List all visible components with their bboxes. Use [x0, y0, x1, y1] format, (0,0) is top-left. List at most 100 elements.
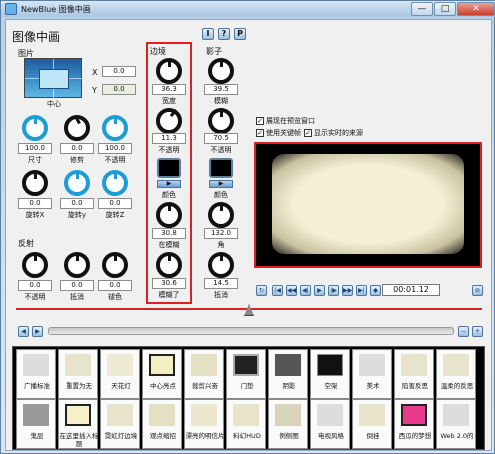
reflection-offset-value[interactable]: 0.0 — [60, 280, 94, 291]
zoom-in-button[interactable]: + — [472, 326, 483, 337]
loop-button[interactable]: ↻ — [256, 285, 267, 296]
opacity-knob[interactable] — [102, 115, 128, 141]
shadow-color-swatch[interactable] — [209, 158, 233, 178]
settings-button[interactable]: ⊘ — [472, 285, 483, 296]
go-end-button[interactable]: ▶| — [356, 285, 367, 296]
y-label: Y — [92, 86, 97, 95]
zoom-out-button[interactable]: − — [458, 326, 469, 337]
shadow-section-title: 影子 — [206, 47, 222, 56]
preset-item[interactable]: 例侧图 — [268, 399, 308, 449]
shadow-angle-knob[interactable] — [208, 202, 234, 228]
preset-item[interactable]: 温柔的反思 — [436, 349, 476, 399]
shadow-opacity-knob[interactable] — [208, 108, 234, 134]
reflection-offset-knob[interactable] — [64, 252, 90, 278]
border-blur-value[interactable]: 30.6 — [152, 278, 186, 289]
reflection-fade-knob[interactable] — [102, 252, 128, 278]
border-opacity-label: 不透明 — [158, 146, 180, 154]
shadow-color-dropdown[interactable]: ▶ — [209, 180, 233, 188]
rotate-y-value[interactable]: 0.0 — [60, 198, 94, 209]
preset-item[interactable]: Web 2.0的 — [436, 399, 476, 449]
preset-item[interactable]: 中心亮点 — [142, 349, 182, 399]
preset-item[interactable]: 阴影 — [268, 349, 308, 399]
border-width-value[interactable]: 36.3 — [152, 84, 186, 95]
maximize-button[interactable]: □ — [434, 2, 456, 16]
rotate-z-knob[interactable] — [102, 170, 128, 196]
reflection-section-title: 反射 — [18, 239, 34, 248]
preset-item[interactable]: 在这里插入标题 — [58, 399, 99, 449]
step-back-button[interactable]: ◀| — [300, 285, 311, 296]
preset-item[interactable]: 门垫 — [226, 349, 266, 399]
crop-knob[interactable] — [64, 115, 90, 141]
border-inner-blur-label: 在模糊 — [158, 241, 180, 249]
preset-button[interactable]: P — [234, 28, 246, 40]
preset-item[interactable]: 重置为无 — [58, 349, 98, 399]
border-inner-blur-value[interactable]: 30.8 — [152, 228, 186, 239]
reflection-opacity-value[interactable]: 0.0 — [18, 280, 52, 291]
next-keyframe-button[interactable]: ▶▶ — [342, 285, 353, 296]
preset-scrollbar[interactable] — [48, 327, 454, 335]
preset-item[interactable]: 裁剪兴奋 — [184, 349, 224, 399]
rotate-y-knob[interactable] — [64, 170, 90, 196]
go-start-button[interactable]: |◀ — [272, 285, 283, 296]
help-button[interactable]: ? — [218, 28, 230, 40]
crop-value[interactable]: 0.0 — [60, 143, 94, 154]
reflection-opacity-knob[interactable] — [22, 252, 48, 278]
shadow-blur-value[interactable]: 39.5 — [204, 84, 238, 95]
rotate-z-value[interactable]: 0.0 — [98, 198, 132, 209]
border-blur-knob[interactable] — [156, 252, 182, 278]
preset-item[interactable]: 霓虹灯边境 — [100, 399, 140, 449]
preview-image — [272, 154, 464, 254]
show-in-preview-checkbox[interactable]: ✓ 展现在预览窗口 — [256, 116, 315, 126]
border-color-dropdown[interactable]: ▶ — [157, 180, 181, 188]
shadow-offset-value[interactable]: 14.5 — [204, 278, 238, 289]
border-width-knob[interactable] — [156, 58, 182, 84]
rotate-x-knob[interactable] — [22, 170, 48, 196]
close-button[interactable]: ✕ — [457, 2, 495, 16]
opacity-value[interactable]: 100.0 — [98, 143, 132, 154]
shadow-offset-knob[interactable] — [208, 252, 234, 278]
preset-item[interactable]: 陷害反思 — [394, 349, 434, 399]
border-color-label: 颜色 — [162, 191, 176, 199]
center-position-picker[interactable] — [24, 58, 83, 99]
minimize-button[interactable]: — — [411, 2, 433, 16]
preset-item[interactable]: 空架 — [310, 349, 350, 399]
step-forward-button[interactable]: |▶ — [328, 285, 339, 296]
reflection-fade-label: 褪色 — [108, 293, 122, 301]
preset-item[interactable]: 倒挂 — [352, 399, 392, 449]
border-color-swatch[interactable] — [157, 158, 181, 178]
preset-item[interactable]: 天花灯 — [100, 349, 140, 399]
preset-item[interactable]: 西瓜的梦想 — [394, 399, 434, 449]
preset-item[interactable]: 料幻HUD — [226, 399, 266, 449]
show-live-source-checkbox[interactable]: ✓ 显示实时的来源 — [304, 128, 363, 138]
main-panel: 图像中画 I ? P 图片 中心 X 0.0 Y 0.0 100.0 尺寸 0.… — [5, 19, 492, 451]
size-value[interactable]: 100.0 — [18, 143, 52, 154]
rotate-z-label: 旋转Z — [105, 211, 125, 219]
shadow-angle-value[interactable]: 132.0 — [204, 228, 238, 239]
size-knob[interactable] — [22, 115, 48, 141]
use-keyframes-checkbox[interactable]: ✓ 使用关键帧 — [256, 128, 301, 138]
y-value-field[interactable]: 0.0 — [102, 84, 136, 95]
preview-window — [254, 142, 482, 268]
preset-item[interactable]: 鬼层 — [16, 399, 56, 449]
rotate-x-value[interactable]: 0.0 — [18, 198, 52, 209]
scroll-left-button[interactable]: ◀ — [18, 326, 29, 337]
x-value-field[interactable]: 0.0 — [102, 66, 136, 77]
prev-keyframe-button[interactable]: ◀◀ — [286, 285, 297, 296]
preset-item[interactable]: 电视风格 — [310, 399, 350, 449]
preset-item[interactable]: 广播标准 — [16, 349, 56, 399]
shadow-opacity-value[interactable]: 70.5 — [204, 133, 238, 144]
scroll-right-button[interactable]: ▶ — [32, 326, 43, 337]
title-bar: NewBlue 图像中画 — □ ✕ — [1, 1, 495, 17]
play-button[interactable]: ▶ — [314, 285, 325, 296]
preset-item[interactable]: 漂亮的明信片 — [184, 399, 225, 449]
border-opacity-value[interactable]: 11.3 — [152, 133, 186, 144]
preset-item[interactable]: 观点缩招 — [142, 399, 182, 449]
timeline-playhead[interactable] — [244, 304, 254, 316]
info-button[interactable]: I — [202, 28, 214, 40]
border-inner-blur-knob[interactable] — [156, 202, 182, 228]
reflection-fade-value[interactable]: 0.0 — [98, 280, 132, 291]
shadow-blur-knob[interactable] — [208, 58, 234, 84]
keyframe-button[interactable]: ◆ — [370, 285, 381, 296]
preset-item[interactable]: 美术 — [352, 349, 392, 399]
border-opacity-knob[interactable] — [156, 108, 182, 134]
